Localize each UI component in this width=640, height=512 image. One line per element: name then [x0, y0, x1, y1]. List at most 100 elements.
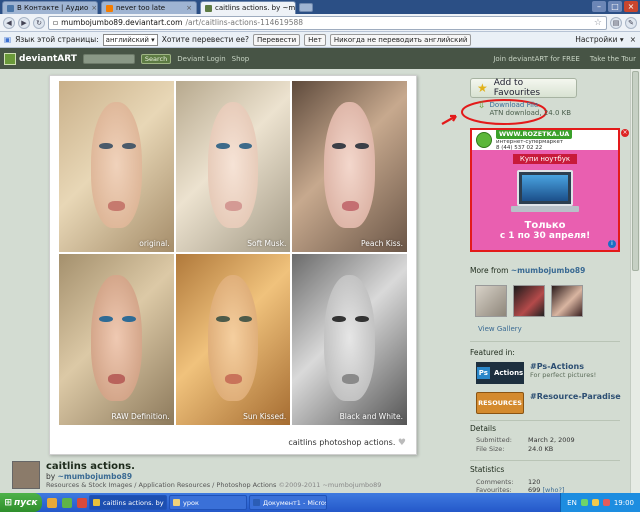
new-tab-button[interactable] [299, 3, 313, 12]
close-icon[interactable]: × [186, 4, 192, 12]
forward-icon[interactable]: ▶ [18, 16, 30, 29]
tray-icon[interactable] [602, 499, 610, 506]
taskbar-item-chrome[interactable]: caitlins actions. by ~m... [89, 495, 167, 510]
quicklaunch-icon[interactable] [47, 497, 57, 508]
close-icon[interactable]: × [91, 4, 97, 12]
scrollbar-thumb[interactable] [632, 71, 639, 271]
group-resource-paradise[interactable]: RESOURCES #Resource-Paradise [476, 392, 621, 414]
tray-icon[interactable] [580, 499, 588, 506]
photo-soft-musk: Soft Musk. [175, 81, 291, 252]
photo-black-and-white: Black and White. [292, 254, 407, 425]
signature-text: caitlins photoshop actions. [288, 438, 396, 447]
back-icon[interactable]: ◀ [3, 16, 15, 29]
minimize-icon[interactable]: – [592, 1, 606, 12]
never-translate-button[interactable]: Никогда не переводить английский [329, 33, 472, 46]
smiley-logo-icon [476, 132, 492, 148]
logo-text: deviantART [19, 53, 77, 64]
settings-label: Настройки [575, 35, 618, 44]
details-heading: Details [470, 424, 497, 433]
translate-question: Хотите перевести ее? [161, 35, 249, 44]
category-links[interactable]: Resources & Stock Images / Application R… [46, 481, 276, 489]
divider [470, 341, 620, 342]
deviant-login-link[interactable]: Deviant Login [177, 55, 225, 63]
ad-phone: 8 (44) 537 02 22 [496, 145, 543, 151]
photo-caption: Soft Musk. [247, 239, 287, 248]
ad-close-icon[interactable]: × [621, 129, 629, 137]
group-ps-actions[interactable]: Ps Actions #Ps-Actions For perfect pictur… [476, 362, 596, 384]
author-link[interactable]: ~mumbojumbo89 [58, 472, 132, 481]
take-tour-link[interactable]: Take the Tour [590, 55, 636, 63]
comments-label: Comments: [476, 478, 514, 486]
ad-line-1: Только [524, 220, 566, 231]
deviation-title: caitlins actions. [46, 461, 135, 472]
blogger-icon [106, 4, 113, 12]
photo-caption: RAW Definition. [111, 412, 170, 421]
language-select[interactable]: английский ▾ [102, 33, 158, 46]
group-description: For perfect pictures! [530, 371, 597, 379]
url-path: /art/caitlins-actions-114619588 [185, 18, 304, 27]
download-file-link[interactable]: ⇩ Download File ATN download, 24.0 KB [478, 101, 571, 117]
tab-caitlins-actions[interactable]: caitlins actions. by ~mumb × [200, 1, 296, 14]
quicklaunch-icon[interactable] [62, 497, 72, 508]
avatar[interactable] [12, 461, 40, 489]
filesize-row: File Size: 24.0 KB [476, 445, 553, 453]
divider [470, 460, 620, 461]
taskbar-item-folder[interactable]: урок [169, 495, 247, 510]
download-title: Download File [489, 101, 539, 109]
no-button[interactable]: Нет [304, 33, 326, 46]
bookmark-star-icon[interactable]: ☆ [594, 18, 602, 28]
close-icon[interactable]: × [630, 35, 636, 44]
gallery-thumbnail[interactable] [551, 285, 583, 317]
photo-raw-definition: RAW Definition. [59, 254, 174, 425]
shop-link[interactable]: Shop [232, 55, 250, 63]
gallery-thumbnail[interactable] [475, 285, 507, 317]
filesize-value: 24.0 KB [528, 445, 554, 453]
group-name[interactable]: #Ps-Actions [530, 362, 596, 371]
page-menu-icon[interactable]: ▤ [610, 16, 622, 29]
translate-button[interactable]: Перевести [252, 33, 301, 46]
tab-never-too-late[interactable]: never too late × [101, 1, 197, 14]
featured-heading: Featured in: [470, 348, 515, 357]
group-name[interactable]: #Resource-Paradise [530, 392, 621, 401]
ad-header: WWW.ROZETKA.UA интернет-супермаркет 8 (4… [472, 130, 618, 151]
deviantart-icon [205, 4, 212, 12]
more-from-thumbnails [475, 285, 583, 317]
laptop-image [511, 170, 579, 212]
join-link[interactable]: Join deviantART for FREE [493, 55, 580, 63]
windows-taskbar: ⊞пуск caitlins actions. by ~m... урок До… [0, 493, 640, 512]
more-from-heading: More from ~mumbojumbo89 [470, 266, 585, 275]
vertical-scrollbar[interactable] [630, 69, 640, 493]
window-controls: – □ × [592, 1, 638, 12]
url-input[interactable]: ▫ mumbojumbo89.deviantart.com/art/caitli… [48, 15, 607, 30]
tab-vk-audio[interactable]: В Контакте | Аудио × [2, 1, 98, 14]
gallery-thumbnail[interactable] [513, 285, 545, 317]
wrench-icon[interactable]: ✎ [625, 16, 637, 29]
tray-icon[interactable] [591, 499, 599, 506]
window-close-icon[interactable]: × [624, 1, 638, 12]
taskbar-item-word[interactable]: Документ1 - Microsof... [249, 495, 327, 510]
view-gallery-link[interactable]: View Gallery [478, 325, 522, 333]
artwork-grid[interactable]: original. Soft Musk. Peach Kiss. RAW Def… [59, 81, 407, 425]
photo-caption: Peach Kiss. [361, 239, 403, 248]
photo-caption: Sun Kissed. [243, 412, 287, 421]
photo-sun-kissed: Sun Kissed. [175, 254, 291, 425]
ad-info-icon[interactable]: i [608, 240, 616, 248]
language-indicator[interactable]: EN [567, 499, 577, 507]
deviantart-logo[interactable]: deviantART [4, 52, 77, 65]
start-button[interactable]: ⊞ пуск [0, 493, 42, 512]
maximize-icon[interactable]: □ [608, 1, 622, 12]
quicklaunch-icon[interactable] [77, 497, 87, 508]
more-from-label: More from [470, 266, 509, 275]
address-bar: ◀ ▶ ↻ ▫ mumbojumbo89.deviantart.com/art/… [0, 14, 640, 32]
more-from-user-link[interactable]: ~mumbojumbo89 [511, 266, 585, 275]
search-button[interactable]: Search [140, 53, 172, 64]
tab-label: В Контакте | Аудио [17, 4, 89, 12]
advertisement-banner[interactable]: WWW.ROZETKA.UA интернет-супермаркет 8 (4… [470, 128, 620, 252]
add-to-favourites-button[interactable]: ★ Add to Favourites [470, 78, 577, 98]
logo-text: Actions [493, 369, 524, 377]
reload-icon[interactable]: ↻ [33, 16, 45, 29]
language-label: Язык этой страницы: [15, 35, 99, 44]
search-input[interactable] [82, 53, 135, 64]
settings-menu[interactable]: Настройки ▾ [575, 35, 624, 44]
filesize-label: File Size: [476, 445, 505, 453]
